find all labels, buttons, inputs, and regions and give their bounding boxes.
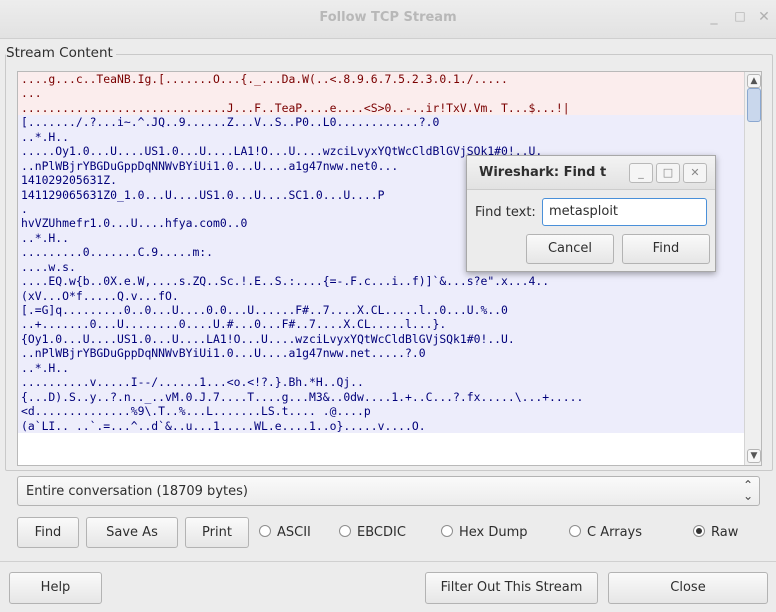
find-cancel-button[interactable]: Cancel bbox=[526, 234, 614, 264]
radio-hex-dump-label: Hex Dump bbox=[459, 525, 528, 540]
close-button[interactable]: Close bbox=[608, 572, 768, 604]
minimize-icon[interactable]: _ bbox=[706, 9, 722, 25]
stream-line: ..nPlWBjrYBGDuGppDqNNWvBYiUi1.0...U....a… bbox=[18, 346, 761, 361]
radio-ebcdic-circle bbox=[339, 525, 351, 537]
stream-line: ....EQ.w{b..0X.e.W,....s.ZQ..Sc.!.E..S.:… bbox=[18, 274, 761, 289]
radio-raw-label: Raw bbox=[711, 525, 739, 540]
radio-ascii-label: ASCII bbox=[277, 525, 311, 540]
radio-raw-circle bbox=[693, 525, 705, 537]
save-as-button[interactable]: Save As bbox=[86, 517, 178, 548]
stream-line: ..*.H.. bbox=[18, 360, 761, 376]
radio-ascii-circle bbox=[259, 525, 271, 537]
scroll-down-icon[interactable]: ▼ bbox=[747, 449, 761, 463]
vertical-scrollbar[interactable]: ▲ ▼ bbox=[744, 72, 761, 465]
stream-line: ....g...c..TeaNB.Ig.[.......O...{._...Da… bbox=[18, 72, 761, 87]
close-icon[interactable]: ✕ bbox=[756, 9, 772, 25]
find-confirm-button[interactable]: Find bbox=[622, 234, 710, 264]
stream-line: ..+.......0...U........0....U.#...0...F#… bbox=[18, 317, 761, 332]
stream-line: (a`LI.. ..`.=...^..d`&..u...1.....WL.e..… bbox=[18, 418, 761, 433]
radio-c-arrays-label: C Arrays bbox=[587, 525, 642, 540]
maximize-icon[interactable]: □ bbox=[732, 9, 748, 23]
updown-chevron-icon: ⌃ ⌃ bbox=[742, 478, 753, 502]
radio-ebcdic-label: EBCDIC bbox=[357, 525, 406, 540]
stream-line: {...D).S..y..?.n.._..vM.0.J.7....T....g.… bbox=[18, 389, 761, 405]
footer-separator bbox=[0, 561, 776, 562]
radio-c-arrays[interactable]: C Arrays bbox=[569, 525, 642, 541]
radio-raw[interactable]: Raw bbox=[693, 525, 738, 541]
find-text-label: Find text: bbox=[475, 205, 536, 220]
scroll-thumb[interactable] bbox=[747, 88, 761, 122]
window-title: Follow TCP Stream bbox=[319, 10, 457, 25]
stream-line: ..*.H.. bbox=[18, 129, 761, 145]
dialog-maximize-icon[interactable]: □ bbox=[656, 163, 680, 183]
dialog-minimize-icon[interactable]: _ bbox=[629, 163, 653, 183]
stream-line: {Oy1.0...U....US1.0...U....LA1!O...U....… bbox=[18, 331, 761, 347]
conversation-select[interactable]: Entire conversation (18709 bytes) ⌃ ⌃ bbox=[17, 476, 760, 506]
find-dialog: Wireshark: Find t _ □ ✕ Find text: metas… bbox=[466, 155, 716, 272]
radio-ascii[interactable]: ASCII bbox=[259, 525, 311, 541]
filter-out-stream-button[interactable]: Filter Out This Stream bbox=[425, 572, 598, 604]
stream-line: [.=G]q.........0..0...U....0.0...U......… bbox=[18, 303, 761, 318]
find-button[interactable]: Find bbox=[17, 517, 79, 548]
radio-hex-dump-circle bbox=[441, 525, 453, 537]
scroll-up-icon[interactable]: ▲ bbox=[747, 74, 761, 88]
find-text-input[interactable]: metasploit bbox=[542, 198, 707, 226]
stream-line: [......./.?...i~.^.JQ..9......Z...V..S..… bbox=[18, 115, 761, 130]
print-button[interactable]: Print bbox=[185, 517, 249, 548]
radio-hex-dump[interactable]: Hex Dump bbox=[441, 525, 528, 541]
help-button[interactable]: Help bbox=[9, 572, 102, 604]
conversation-select-value: Entire conversation (18709 bytes) bbox=[26, 484, 248, 499]
stream-line: ..........v.....I--/......1...<o.<!?.}.B… bbox=[18, 375, 761, 390]
find-dialog-title: Wireshark: Find t bbox=[479, 165, 607, 180]
radio-ebcdic[interactable]: EBCDIC bbox=[339, 525, 406, 541]
dialog-close-icon[interactable]: ✕ bbox=[683, 163, 707, 183]
radio-c-arrays-circle bbox=[569, 525, 581, 537]
stream-line: <d..............%9\.T..%...L.......LS.t.… bbox=[18, 404, 761, 419]
stream-line: (xV...O*f.....Q.v...fO. bbox=[18, 288, 761, 303]
stream-line: ..............................J...F..Tea… bbox=[18, 100, 761, 116]
find-dialog-titlebar: Wireshark: Find t _ □ ✕ bbox=[467, 156, 715, 190]
window-titlebar: Follow TCP Stream _ □ ✕ bbox=[0, 0, 776, 39]
stream-content-legend: Stream Content bbox=[6, 45, 116, 61]
stream-line: ... bbox=[18, 86, 761, 101]
